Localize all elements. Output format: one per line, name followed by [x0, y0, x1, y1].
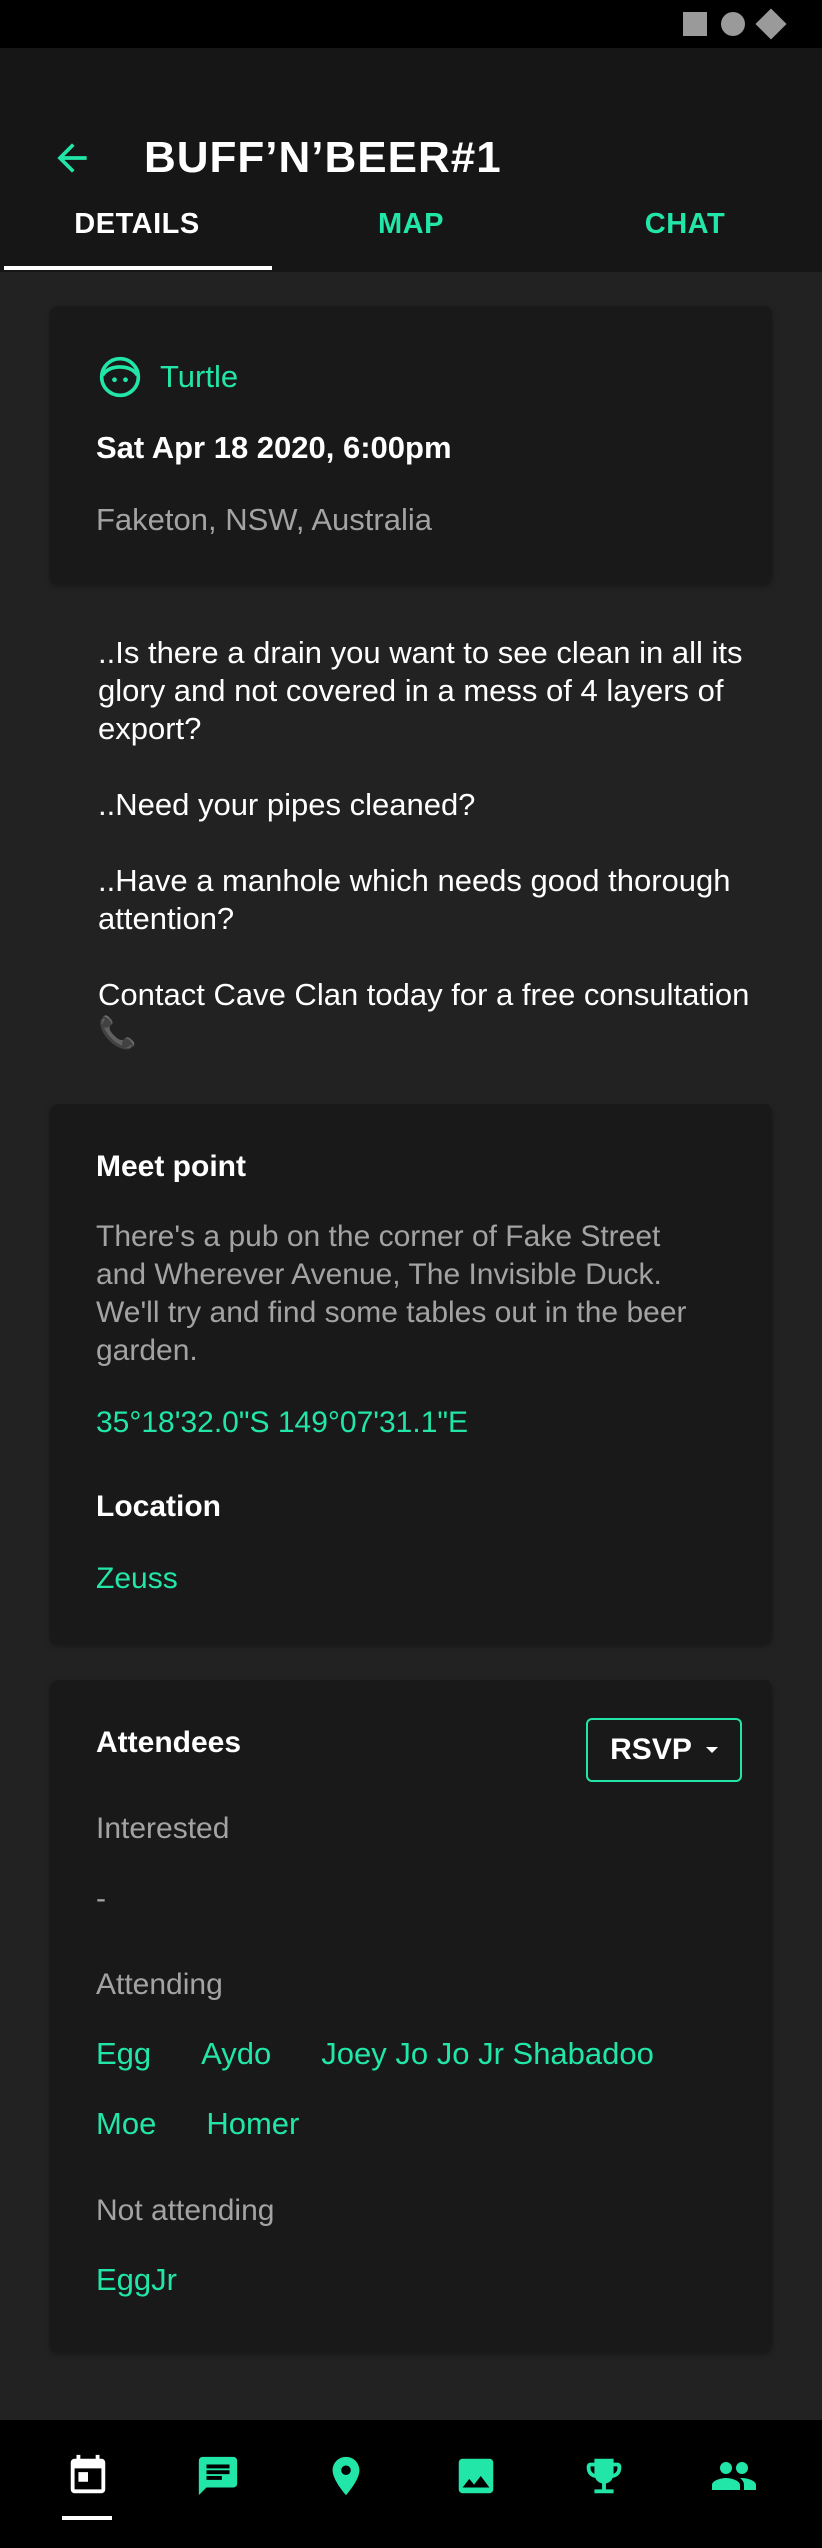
location-pin-icon — [332, 2456, 360, 2496]
attending-list: Egg Aydo Joey Jo Jo Jr Shabadoo — [96, 2036, 704, 2072]
host-name[interactable]: Turtle — [160, 359, 238, 395]
face-icon — [99, 356, 141, 398]
attendee-name[interactable]: EggJr — [96, 2262, 177, 2298]
nav-people[interactable] — [704, 2446, 764, 2506]
location-value[interactable]: Zeuss — [96, 1560, 178, 1598]
description-paragraph: ..Have a manhole which needs good thorou… — [98, 863, 731, 936]
attendee-name[interactable]: Homer — [206, 2106, 299, 2142]
attendee-name[interactable]: Joey Jo Jo Jr Shabadoo — [321, 2036, 654, 2072]
not-attending-heading: Not attending — [96, 2194, 275, 2227]
tab-details[interactable]: DETAILS — [0, 196, 274, 272]
status-circle-icon — [721, 12, 745, 36]
arrow-left-icon — [57, 143, 87, 173]
nav-trophy[interactable] — [574, 2446, 634, 2506]
rsvp-label: RSVP — [610, 1733, 692, 1766]
meet-point-text: There's a pub on the corner of Fake Stre… — [96, 1220, 687, 1367]
attending-list-row2: Moe Homer — [96, 2106, 349, 2142]
meet-point-heading: Meet point — [96, 1150, 246, 1183]
tab-chat[interactable]: CHAT — [548, 196, 822, 272]
event-summary-card: Turtle Sat Apr 18 2020, 6:00pm Faketon, … — [50, 306, 772, 584]
status-square-icon — [683, 12, 707, 36]
people-icon — [712, 2462, 756, 2490]
nav-calendar[interactable] — [58, 2446, 118, 2506]
chat-icon — [198, 2456, 238, 2496]
attendees-heading: Attendees — [96, 1726, 242, 1759]
nav-chat[interactable] — [188, 2446, 248, 2506]
not-attending-list: EggJr — [96, 2262, 227, 2298]
status-diamond-icon — [755, 8, 787, 40]
calendar-icon — [70, 2454, 106, 2494]
event-description: ..Is there a drain you want to see clean… — [98, 634, 778, 1052]
attending-heading: Attending — [96, 1968, 223, 2001]
description-paragraph: ..Need your pipes cleaned? — [98, 787, 476, 822]
event-place: Faketon, NSW, Australia — [96, 502, 432, 537]
back-button[interactable] — [50, 136, 94, 180]
caret-down-icon — [705, 1747, 718, 1753]
meet-point-card: Meet point There's a pub on the corner o… — [50, 1104, 772, 1644]
nav-images[interactable] — [446, 2446, 506, 2506]
description-paragraph: Contact Cave Clan today for a free consu… — [98, 977, 750, 1050]
attendees-card: Attendees RSVP Interested - Attending Eg… — [50, 1680, 772, 2352]
host-row[interactable]: Turtle — [98, 354, 238, 400]
image-icon — [458, 2458, 494, 2494]
bottom-nav — [0, 2420, 822, 2548]
rsvp-button[interactable]: RSVP — [586, 1718, 742, 1782]
location-heading: Location — [96, 1490, 221, 1523]
attendee-name[interactable]: Egg — [96, 2036, 151, 2072]
trophy-icon — [586, 2458, 622, 2494]
attendee-name[interactable]: Aydo — [201, 2036, 271, 2072]
interested-empty: - — [96, 1882, 106, 1915]
event-datetime: Sat Apr 18 2020, 6:00pm — [96, 430, 452, 465]
meet-point-coords[interactable]: 35°18'32.0"S 149°07'31.1"E — [96, 1404, 468, 1442]
tab-indicator — [4, 266, 272, 270]
description-paragraph: ..Is there a drain you want to see clean… — [98, 635, 743, 746]
nav-location[interactable] — [316, 2446, 376, 2506]
tab-map[interactable]: MAP — [274, 196, 548, 272]
page-title: BUFF’N’BEER#1 — [144, 133, 502, 182]
status-bar — [0, 0, 822, 48]
tab-bar: DETAILS MAP CHAT — [0, 196, 822, 272]
nav-active-indicator — [62, 2516, 112, 2520]
attendee-name[interactable]: Moe — [96, 2106, 156, 2142]
interested-heading: Interested — [96, 1812, 230, 1845]
